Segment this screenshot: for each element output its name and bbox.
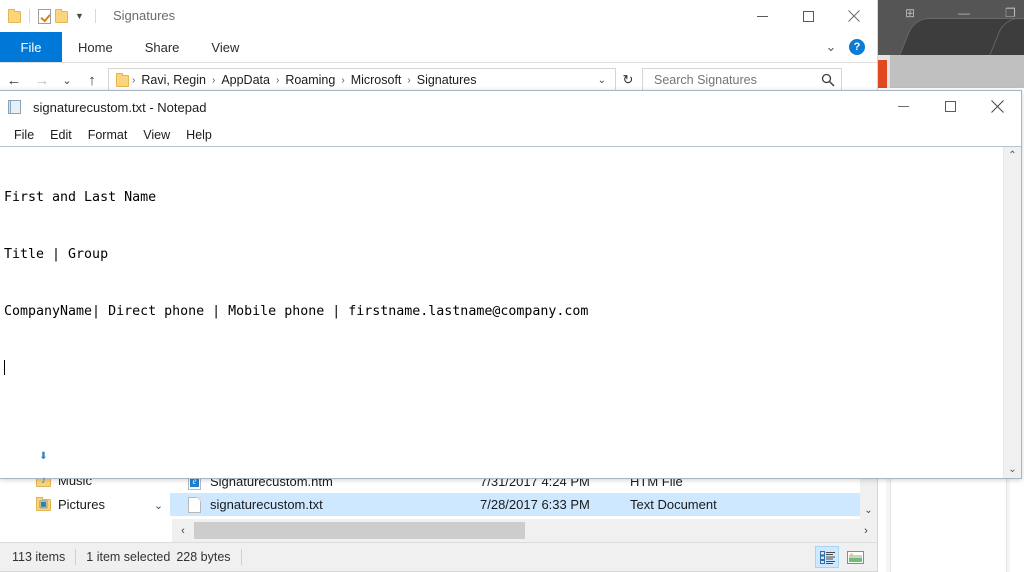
breadcrumb-item-0[interactable]: Ravi, Regin bbox=[138, 73, 209, 87]
notepad-window: signaturecustom.txt - Notepad File Edit … bbox=[0, 90, 1022, 479]
menu-help[interactable]: Help bbox=[178, 126, 220, 144]
background-toolbar-strip bbox=[878, 55, 1024, 88]
breadcrumb-item-1[interactable]: AppData bbox=[218, 73, 273, 87]
view-buttons bbox=[815, 546, 877, 568]
breadcrumb-item-3[interactable]: Microsoft bbox=[348, 73, 405, 87]
background-dark-window[interactable]: ⊞ — ❐ bbox=[878, 0, 1024, 55]
hscroll-track[interactable] bbox=[524, 519, 855, 542]
details-view-button[interactable] bbox=[815, 546, 839, 568]
minimize-button[interactable] bbox=[739, 0, 785, 32]
breadcrumb-item-2[interactable]: Roaming bbox=[282, 73, 338, 87]
new-folder-icon[interactable] bbox=[55, 9, 68, 23]
status-item-count: 113 items bbox=[12, 550, 66, 564]
table-row[interactable]: signaturecustom.txt 7/28/2017 6:33 PM Te… bbox=[170, 493, 877, 516]
notepad-icon bbox=[8, 99, 24, 115]
help-button[interactable]: ? bbox=[849, 39, 865, 55]
scroll-up-icon[interactable]: ⌃ bbox=[1004, 147, 1021, 164]
notepad-line-caret bbox=[4, 359, 1003, 378]
hscroll-right-icon[interactable]: › bbox=[855, 519, 877, 542]
ribbon-right-controls: ⌄ ? bbox=[821, 32, 871, 62]
explorer-window-controls bbox=[739, 0, 877, 32]
sidebar-item-pictures[interactable]: ▣ Pictures bbox=[0, 492, 170, 516]
breadcrumb[interactable]: › Ravi, Regin › AppData › Roaming › Micr… bbox=[108, 68, 616, 92]
file-list-horizontal-scrollbar[interactable]: ‹ › bbox=[172, 519, 877, 542]
maximize-button[interactable] bbox=[927, 91, 974, 121]
navpane-scroll-down-icon[interactable]: ⌄ bbox=[150, 495, 167, 515]
notepad-vertical-scrollbar[interactable]: ⌃ ⌄ bbox=[1003, 147, 1021, 478]
close-button[interactable] bbox=[831, 0, 877, 32]
customize-qat-caret-icon[interactable]: ▼ bbox=[72, 11, 87, 21]
breadcrumb-folder-icon bbox=[116, 73, 129, 87]
search-box[interactable] bbox=[642, 68, 842, 92]
notepad-line: First and Last Name bbox=[4, 190, 157, 205]
notepad-window-controls bbox=[880, 91, 1021, 121]
breadcrumb-separator-2: › bbox=[275, 74, 280, 86]
status-size: 228 bytes bbox=[176, 550, 231, 564]
minimize-icon[interactable]: — bbox=[958, 7, 970, 19]
quick-access-toolbar: ▼ bbox=[8, 0, 100, 32]
breadcrumb-dropdown-icon[interactable]: ⌄ bbox=[591, 75, 613, 86]
music-folder-icon: ♪ bbox=[36, 473, 51, 487]
screen: ⊞ — ❐ ▼ Signatures File Home Share View … bbox=[0, 0, 1024, 572]
explorer-ribbon-tabs: File Home Share View ⌄ ? bbox=[0, 32, 877, 63]
menu-view[interactable]: View bbox=[135, 126, 178, 144]
breadcrumb-separator-3: › bbox=[341, 74, 345, 86]
notepad-title: signaturecustom.txt - Notepad bbox=[33, 99, 207, 115]
menu-edit[interactable]: Edit bbox=[42, 126, 80, 144]
tab-share[interactable]: Share bbox=[129, 32, 196, 62]
notepad-line: CompanyName| Direct phone | Mobile phone… bbox=[4, 304, 589, 319]
explorer-title: Signatures bbox=[113, 8, 176, 23]
minimize-button[interactable] bbox=[880, 91, 927, 121]
notepad-text-area[interactable]: First and Last Name Title | Group Compan… bbox=[0, 146, 1021, 478]
explorer-statusbar: 113 items 1 item selected 228 bytes bbox=[0, 542, 877, 571]
text-caret bbox=[4, 360, 5, 375]
file-name-text: signaturecustom.txt bbox=[210, 497, 323, 512]
close-button[interactable] bbox=[974, 91, 1021, 121]
notepad-titlebar[interactable]: signaturecustom.txt - Notepad bbox=[0, 91, 1021, 123]
qat-divider bbox=[29, 9, 30, 23]
search-input[interactable] bbox=[652, 72, 821, 88]
hscroll-left-icon[interactable]: ‹ bbox=[172, 519, 194, 542]
file-name-cell: signaturecustom.txt bbox=[188, 496, 480, 513]
pictures-folder-icon: ▣ bbox=[36, 497, 51, 511]
restore-icon[interactable]: ❐ bbox=[1005, 7, 1016, 19]
search-icon[interactable] bbox=[821, 73, 835, 87]
background-orange-accent bbox=[878, 60, 887, 88]
new-tab-icon[interactable]: ⊞ bbox=[905, 7, 915, 19]
properties-icon[interactable] bbox=[38, 8, 51, 24]
sidebar-item-label: Pictures bbox=[58, 496, 105, 512]
breadcrumb-separator-4: › bbox=[407, 74, 411, 86]
breadcrumb-separator-0: › bbox=[132, 74, 136, 86]
large-icons-view-button[interactable] bbox=[843, 546, 867, 568]
notepad-menubar: File Edit Format View Help bbox=[0, 123, 1021, 146]
tab-home[interactable]: Home bbox=[62, 32, 129, 62]
expand-ribbon-icon[interactable]: ⌄ bbox=[821, 39, 841, 55]
refresh-button[interactable]: ↻ bbox=[616, 68, 640, 92]
breadcrumb-separator-1: › bbox=[211, 74, 216, 86]
file-date-cell: 7/28/2017 6:33 PM bbox=[480, 497, 590, 512]
menu-format[interactable]: Format bbox=[80, 126, 136, 144]
qat-divider-2 bbox=[94, 9, 96, 23]
file-type-cell: Text Document bbox=[630, 497, 717, 512]
file-list-scroll-down-icon[interactable]: ⌄ bbox=[860, 501, 877, 519]
notepad-line: Title | Group bbox=[4, 247, 109, 262]
downloads-folder-icon: ⬇ bbox=[36, 449, 51, 463]
maximize-button[interactable] bbox=[785, 0, 831, 32]
menu-file[interactable]: File bbox=[6, 126, 42, 144]
text-file-icon bbox=[188, 496, 201, 513]
tab-file[interactable]: File bbox=[0, 32, 62, 62]
notepad-text-content[interactable]: First and Last Name Title | Group Compan… bbox=[0, 147, 1003, 478]
status-divider bbox=[75, 549, 77, 565]
status-selection: 1 item selected bbox=[86, 550, 171, 564]
tab-view[interactable]: View bbox=[195, 32, 255, 62]
ribbon-tab-list: File Home Share View bbox=[0, 32, 877, 62]
explorer-titlebar[interactable]: ▼ Signatures bbox=[0, 0, 877, 32]
background-panel bbox=[890, 476, 1007, 572]
status-divider-2 bbox=[240, 549, 242, 565]
breadcrumb-item-4[interactable]: Signatures bbox=[414, 73, 480, 87]
hscroll-thumb[interactable] bbox=[194, 522, 525, 539]
folder-icon[interactable] bbox=[8, 9, 21, 23]
scroll-down-icon[interactable]: ⌄ bbox=[1004, 461, 1021, 478]
